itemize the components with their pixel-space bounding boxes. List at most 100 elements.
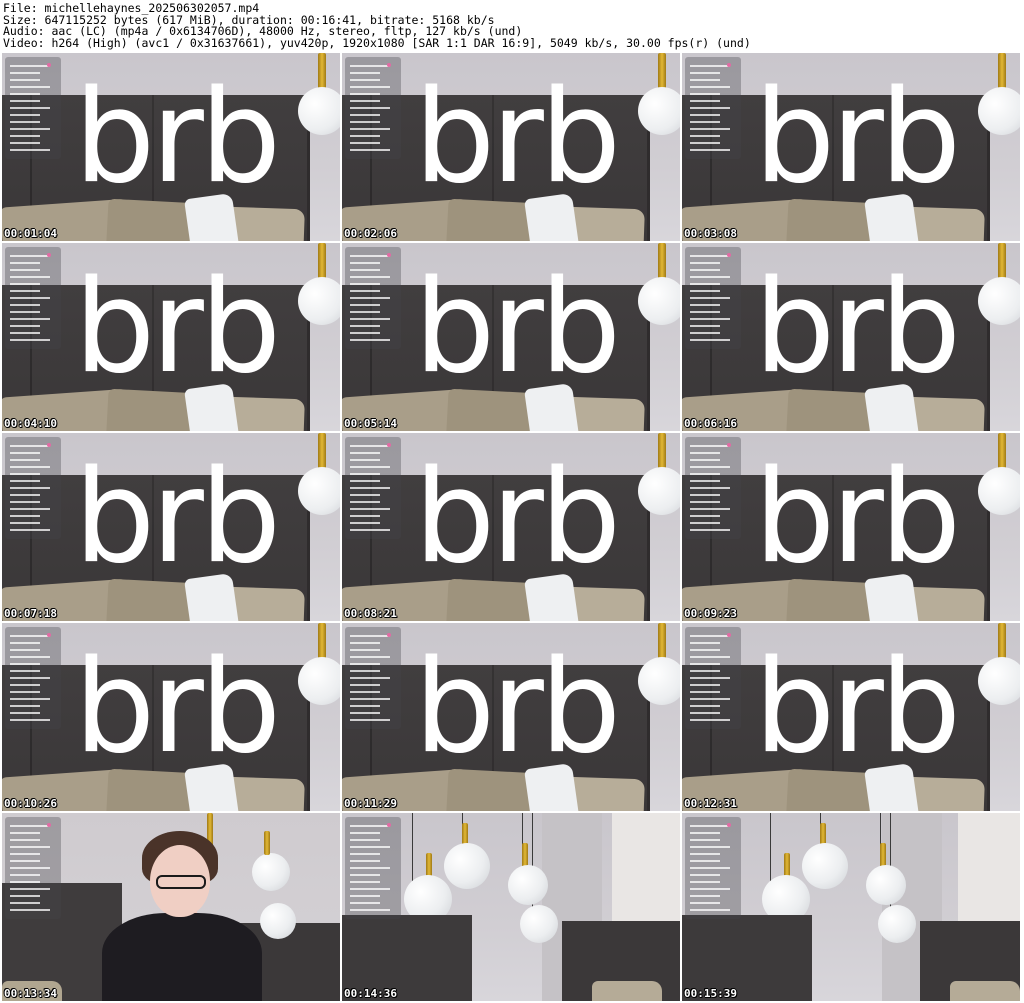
overlay-row xyxy=(690,719,730,721)
overlay-row xyxy=(690,290,720,292)
stream-overlay-panel xyxy=(5,247,61,349)
overlay-row xyxy=(10,290,40,292)
overlay-row xyxy=(690,269,720,271)
overlay-row xyxy=(350,867,390,869)
overlay-row xyxy=(350,290,380,292)
overlay-row xyxy=(350,93,380,95)
stream-overlay-panel xyxy=(685,817,741,919)
overlay-row xyxy=(350,698,390,700)
overlay-row xyxy=(350,149,390,151)
lamp-globe xyxy=(638,657,680,705)
overlay-row xyxy=(10,860,40,862)
overlay-row xyxy=(690,128,730,130)
overlay-row xyxy=(690,663,720,665)
overlay-row xyxy=(10,712,40,714)
overlay-row xyxy=(350,508,390,510)
person-body xyxy=(102,913,262,1001)
overlay-row xyxy=(350,832,380,834)
overlay-row xyxy=(690,487,730,489)
file-info-header: File: michellehaynes_202506302057.mp4 Siz… xyxy=(0,0,1024,52)
brb-overlay-text: brb xyxy=(754,633,961,782)
overlay-row xyxy=(690,895,720,897)
overlay-row xyxy=(10,65,50,67)
overlay-row xyxy=(10,825,50,827)
overlay-row xyxy=(10,874,40,876)
overlay-row xyxy=(350,712,380,714)
overlay-row xyxy=(690,452,720,454)
stream-overlay-panel xyxy=(685,437,741,539)
overlay-row xyxy=(10,635,50,637)
overlay-row xyxy=(10,297,50,299)
stream-overlay-panel xyxy=(345,817,401,919)
overlay-row xyxy=(10,663,40,665)
overlay-row xyxy=(350,874,380,876)
overlay-row xyxy=(350,825,390,827)
overlay-row xyxy=(350,318,390,320)
thumbnail: brb 00:07:18 xyxy=(2,433,340,621)
overlay-row xyxy=(10,93,40,95)
timestamp-label: 00:07:18 xyxy=(4,607,57,620)
thumbnail: brb 00:02:06 xyxy=(342,53,680,241)
overlay-row xyxy=(690,839,720,841)
overlay-row xyxy=(10,501,40,503)
overlay-row xyxy=(350,86,390,88)
overlay-row xyxy=(350,663,380,665)
lamp-globe xyxy=(978,277,1020,325)
overlay-row xyxy=(690,846,730,848)
overlay-row xyxy=(350,677,390,679)
brb-overlay-text: brb xyxy=(414,253,621,402)
brb-overlay-text: brb xyxy=(74,633,281,782)
lamp-globe xyxy=(444,843,490,889)
overlay-row xyxy=(10,114,40,116)
overlay-row xyxy=(690,825,730,827)
overlay-row xyxy=(350,65,390,67)
overlay-row xyxy=(690,445,730,447)
overlay-row xyxy=(690,501,720,503)
overlay-row xyxy=(10,142,40,144)
overlay-heart-icon xyxy=(727,823,731,827)
lamp-globe xyxy=(978,87,1020,135)
timestamp-label: 00:03:08 xyxy=(684,227,737,240)
thumbnail: brb 00:01:04 xyxy=(2,53,340,241)
brb-overlay-text: brb xyxy=(414,443,621,592)
overlay-row xyxy=(690,677,730,679)
overlay-row xyxy=(690,72,720,74)
overlay-row xyxy=(690,874,720,876)
lamp-globe xyxy=(252,853,290,891)
brb-overlay-text: brb xyxy=(754,63,961,212)
overlay-row xyxy=(10,255,50,257)
timestamp-label: 00:09:23 xyxy=(684,607,737,620)
overlay-row xyxy=(10,853,40,855)
brb-overlay-text: brb xyxy=(74,63,281,212)
overlay-row xyxy=(690,311,720,313)
overlay-row xyxy=(10,149,50,151)
overlay-row xyxy=(10,269,40,271)
overlay-row xyxy=(350,262,380,264)
overlay-row xyxy=(10,452,40,454)
stream-overlay-panel xyxy=(345,247,401,349)
overlay-row xyxy=(10,480,40,482)
overlay-row xyxy=(350,72,380,74)
overlay-row xyxy=(690,867,730,869)
overlay-row xyxy=(690,473,720,475)
overlay-row xyxy=(350,304,380,306)
stream-overlay-panel xyxy=(5,437,61,539)
overlay-row xyxy=(10,895,40,897)
overlay-row xyxy=(10,515,40,517)
lamp-globe xyxy=(638,87,680,135)
overlay-row xyxy=(350,853,380,855)
overlay-row xyxy=(350,684,380,686)
overlay-row xyxy=(690,135,720,137)
thumbnail: 00:14:36 xyxy=(342,813,680,1001)
overlay-row xyxy=(690,860,720,862)
overlay-row xyxy=(350,311,380,313)
lamp-globe xyxy=(638,467,680,515)
overlay-row xyxy=(10,508,50,510)
stream-overlay-panel xyxy=(5,57,61,159)
overlay-row xyxy=(350,473,380,475)
overlay-row xyxy=(10,832,40,834)
overlay-row xyxy=(10,677,50,679)
overlay-row xyxy=(690,909,730,911)
thumbnail: 00:15:39 xyxy=(682,813,1020,1001)
overlay-row xyxy=(350,107,390,109)
